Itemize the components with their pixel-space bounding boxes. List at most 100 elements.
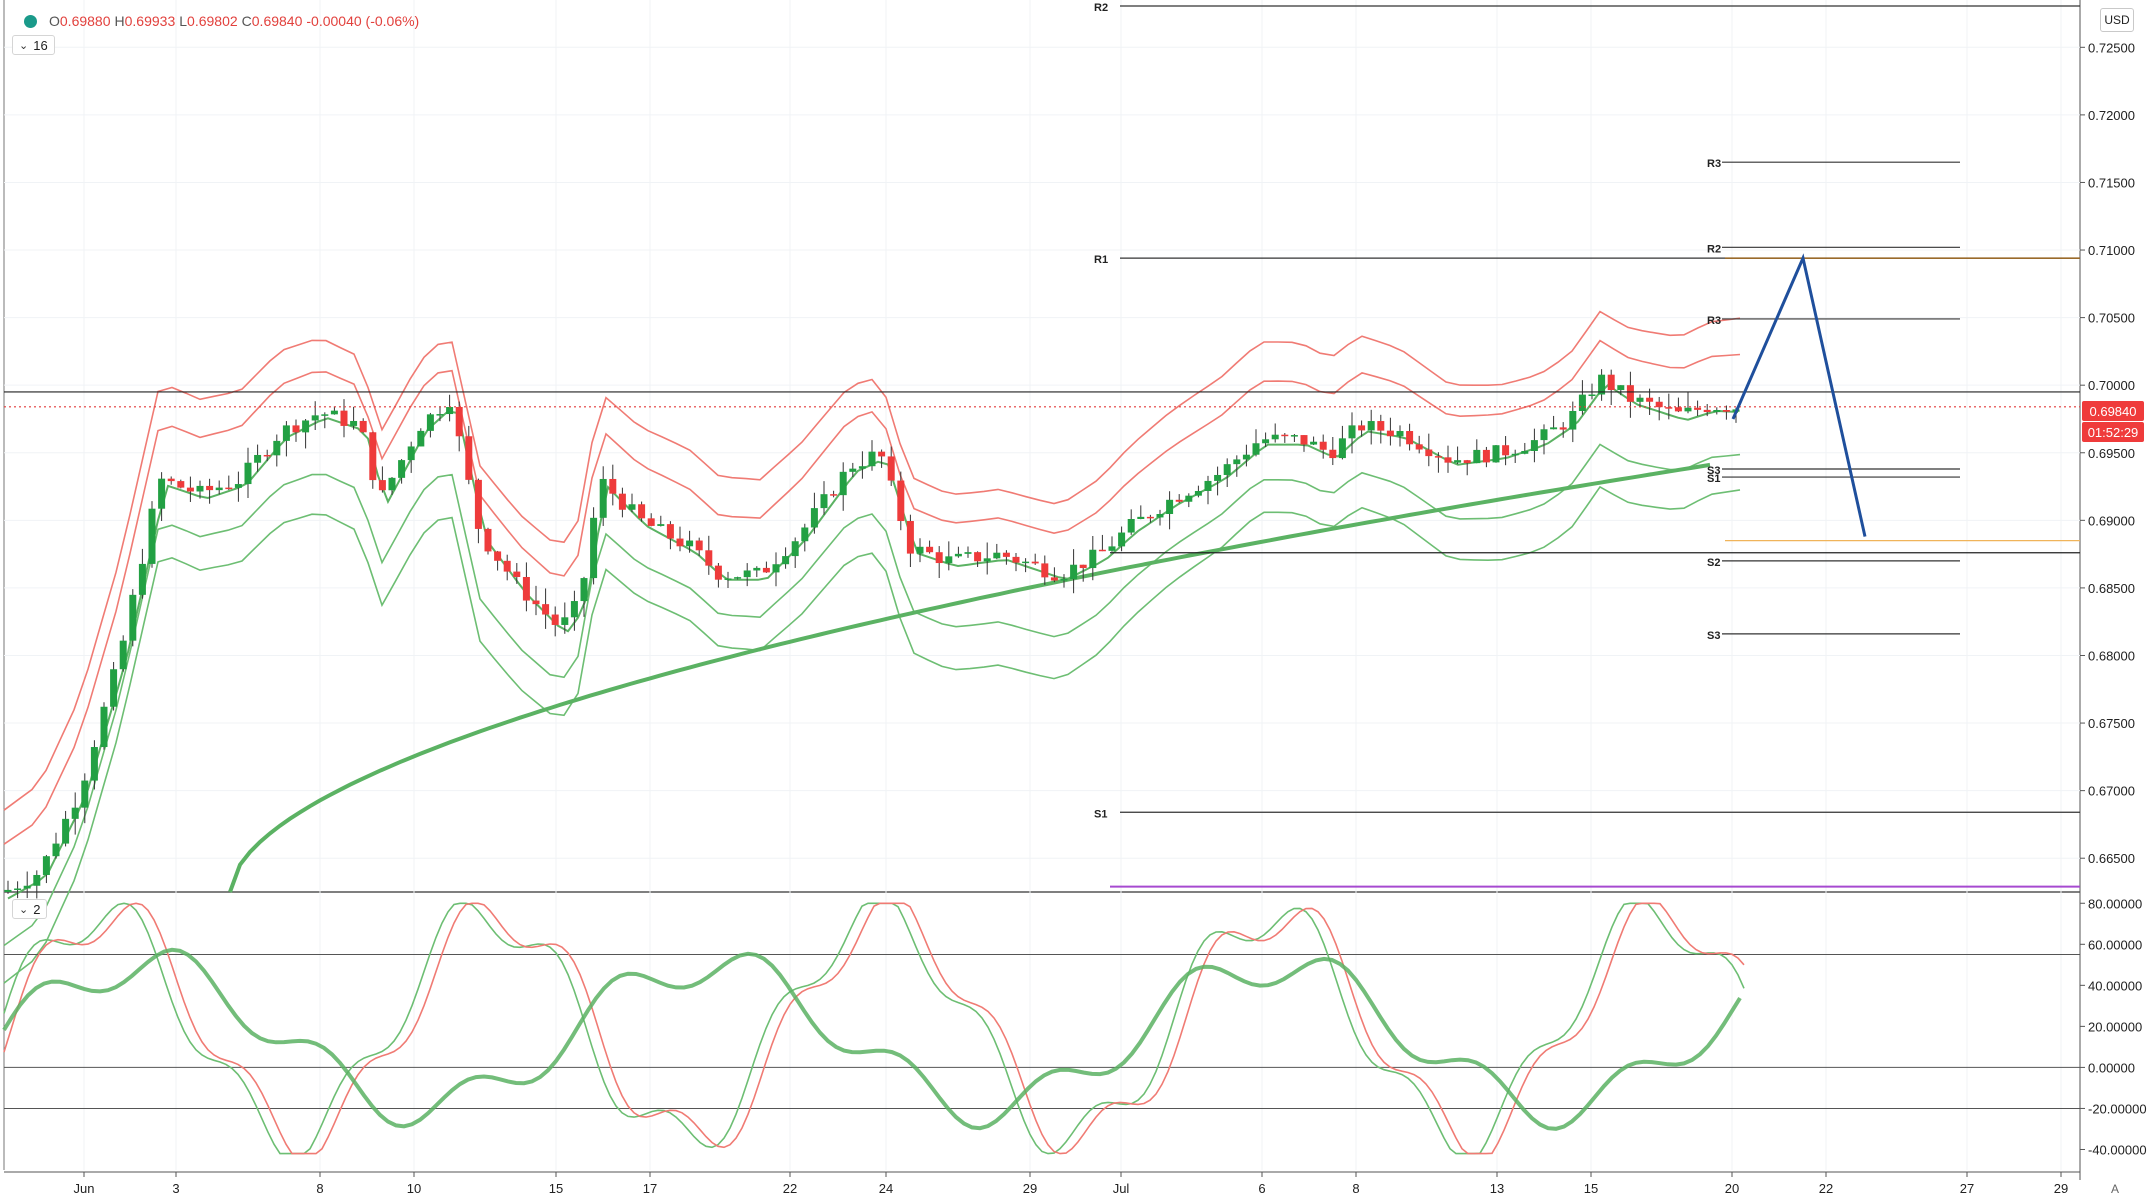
price-tick-label: 0.69000 <box>2088 513 2135 528</box>
time-tick-label: 15 <box>1584 1181 1598 1196</box>
candle-up <box>1636 397 1644 402</box>
candle-up <box>1540 429 1548 441</box>
candle-down <box>474 479 482 529</box>
time-tick-label: 8 <box>316 1181 323 1196</box>
oscillator-plot[interactable] <box>2 893 2080 1170</box>
candle-down <box>1079 564 1087 569</box>
candle-down <box>1674 407 1682 412</box>
candle-up <box>1511 453 1519 456</box>
candle-down <box>1012 556 1020 563</box>
candle-down <box>695 540 703 551</box>
candle-up <box>657 524 665 526</box>
main-plot[interactable]: R2R1S1R3R2R3S3S1S2S3 <box>3 0 2081 1180</box>
candle-down <box>1482 449 1490 463</box>
candle-up <box>849 468 857 472</box>
candle-down <box>532 600 540 605</box>
candle-up <box>1252 443 1260 455</box>
candle-down <box>1665 407 1673 409</box>
candle-down <box>1377 421 1385 431</box>
time-tick-label: Jul <box>1113 1181 1130 1196</box>
open-value: 0.69880 <box>59 13 111 29</box>
candle-up <box>983 558 991 562</box>
candle-up <box>1060 579 1068 581</box>
candle-up <box>964 552 972 554</box>
candle-up <box>234 484 242 488</box>
candle-down <box>926 546 934 553</box>
candle-up <box>1127 519 1135 533</box>
lower-band-inner <box>3 443 1741 947</box>
change-value: -0.00040 (-0.06%) <box>306 13 420 29</box>
candle-down <box>1050 577 1058 581</box>
osc-tick-label: 80.00000 <box>2088 896 2142 911</box>
chart-canvas[interactable]: R2R1S1R3R2R3S3S1S2S3 0.725000.720000.715… <box>0 0 2153 1203</box>
price-tick-label: 0.67000 <box>2088 784 2135 799</box>
oscillator-slow-line <box>3 902 1745 1155</box>
auto-scale-button[interactable]: A <box>2098 1180 2132 1198</box>
candle-down <box>206 485 214 491</box>
candle-up <box>1578 394 1586 411</box>
candle-up <box>782 556 790 565</box>
candle-up <box>1473 449 1481 464</box>
candle-down <box>887 456 895 481</box>
candle-up <box>1569 410 1577 430</box>
oscillator-toggle-button[interactable]: ⌄ 2 <box>12 899 48 919</box>
candle-up <box>1242 454 1250 460</box>
candle-up <box>417 430 425 447</box>
indicator-count: 16 <box>33 37 48 53</box>
candle-down <box>1386 430 1394 437</box>
projection-path <box>1731 253 1867 537</box>
symbol-status-icon <box>24 14 37 28</box>
candle-down <box>647 518 655 526</box>
last-price-tag: 0.69840 <box>2082 401 2144 421</box>
candle-down <box>1694 407 1702 410</box>
candle-down <box>1607 374 1615 391</box>
candle-up <box>1089 549 1097 569</box>
osc-tick-label: 60.00000 <box>2088 937 2142 952</box>
candle-down <box>1146 516 1154 519</box>
pivot-label: R2 <box>1707 243 1721 255</box>
candle-up <box>1118 532 1126 547</box>
candle-down <box>1041 563 1049 578</box>
candle-up <box>993 552 1001 559</box>
candle-up <box>436 414 444 416</box>
time-tick-label: 20 <box>1725 1181 1739 1196</box>
pivot-label: S3 <box>1707 630 1720 642</box>
pivot-label: R2 <box>1094 2 1108 14</box>
time-tick-label: 17 <box>643 1181 657 1196</box>
candle-down <box>186 487 194 492</box>
candle-up <box>196 485 204 492</box>
price-axis[interactable]: 0.72500 0.72000 0.71500 0.71000 0.70500 0.700… <box>2080 40 2135 866</box>
countdown-tag: 01:52:29 <box>2082 422 2144 442</box>
candle-down <box>1722 409 1730 412</box>
candle-down <box>638 504 646 519</box>
candle-up <box>407 446 415 461</box>
time-axis[interactable]: Jun 3 8 10 15 17 22 24 29 Jul 6 8 13 15 20 22 27 29 <box>74 1172 2069 1196</box>
price-tick-label: 0.71000 <box>2088 243 2135 258</box>
pivot-label: R3 <box>1707 158 1721 170</box>
candle-down <box>1281 434 1289 437</box>
time-tick-label: 6 <box>1258 1181 1265 1196</box>
candle-down <box>542 604 550 615</box>
candle-up <box>321 414 329 416</box>
candle-up <box>1233 459 1241 465</box>
candle-up <box>1223 464 1231 475</box>
candle-up <box>1713 409 1721 413</box>
candle-up <box>858 466 866 469</box>
pivot-label: R3 <box>1707 315 1721 327</box>
candle-down <box>1002 552 1010 557</box>
candle-up <box>743 570 751 578</box>
open-label: O <box>49 13 60 29</box>
time-tick-label: 29 <box>1023 1181 1037 1196</box>
candle-up <box>1521 450 1529 454</box>
price-tick-label: 0.70000 <box>2088 378 2135 393</box>
oscillator-axis[interactable]: 80.00000 60.00000 40.00000 20.00000 0.00000 -… <box>2080 896 2147 1157</box>
candle-up <box>724 578 732 580</box>
candle-down <box>676 538 684 547</box>
time-tick-label: 24 <box>879 1181 893 1196</box>
candle-up <box>753 567 761 571</box>
currency-button[interactable]: USD <box>2100 8 2134 32</box>
indicators-toggle-button[interactable]: ⌄ 16 <box>12 35 55 55</box>
candle-up <box>1137 516 1145 520</box>
candle-up <box>1271 434 1279 440</box>
upper-band-outer <box>3 310 1741 811</box>
